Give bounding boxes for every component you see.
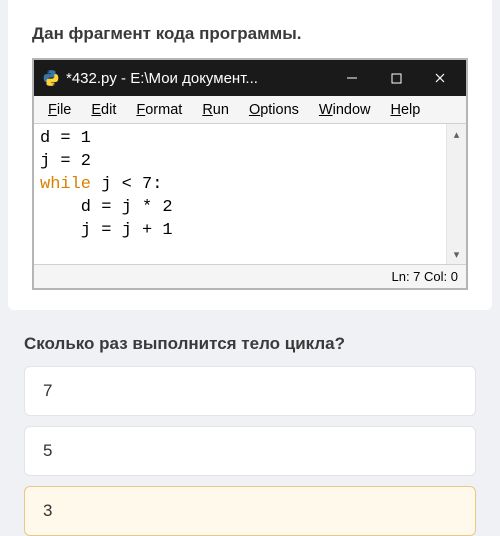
vertical-scrollbar[interactable]: ▴ ▾ [446,124,466,264]
menu-file[interactable]: File [38,100,81,120]
answer-option-1[interactable]: 7 [24,366,476,416]
menu-options[interactable]: Options [239,100,309,120]
menu-bar: File Edit Format Run Options Window Help [34,96,466,124]
menu-run[interactable]: Run [192,100,239,120]
answer-option-2[interactable]: 5 [24,426,476,476]
maximize-button[interactable] [374,60,418,96]
window-title: *432.py - E:\Мои документ... [66,70,330,87]
scroll-up-icon[interactable]: ▴ [447,124,466,144]
menu-help[interactable]: Help [381,100,431,120]
title-bar: *432.py - E:\Мои документ... [34,60,466,96]
question-text: Сколько раз выполнится тело цикла? [24,334,476,354]
scroll-down-icon[interactable]: ▾ [447,244,466,264]
cursor-position: Ln: 7 Col: 0 [392,269,459,284]
menu-window[interactable]: Window [309,100,381,120]
status-bar: Ln: 7 Col: 0 [34,264,466,288]
python-icon [42,69,60,87]
answer-option-3[interactable]: 3 [24,486,476,536]
editor-window: *432.py - E:\Мои документ... File Edit F… [32,58,468,290]
minimize-button[interactable] [330,60,374,96]
menu-format[interactable]: Format [126,100,192,120]
answers-block: Сколько раз выполнится тело цикла? 7 5 3 [8,334,492,536]
prompt-text: Дан фрагмент кода программы. [32,24,468,44]
code-area[interactable]: d = 1 j = 2 while j < 7: d = j * 2 j = j… [34,124,446,264]
question-card: Дан фрагмент кода программы. *432.py - E… [8,0,492,310]
menu-edit[interactable]: Edit [81,100,126,120]
close-button[interactable] [418,60,462,96]
code-wrap: d = 1 j = 2 while j < 7: d = j * 2 j = j… [34,124,466,264]
window-controls [330,60,462,96]
